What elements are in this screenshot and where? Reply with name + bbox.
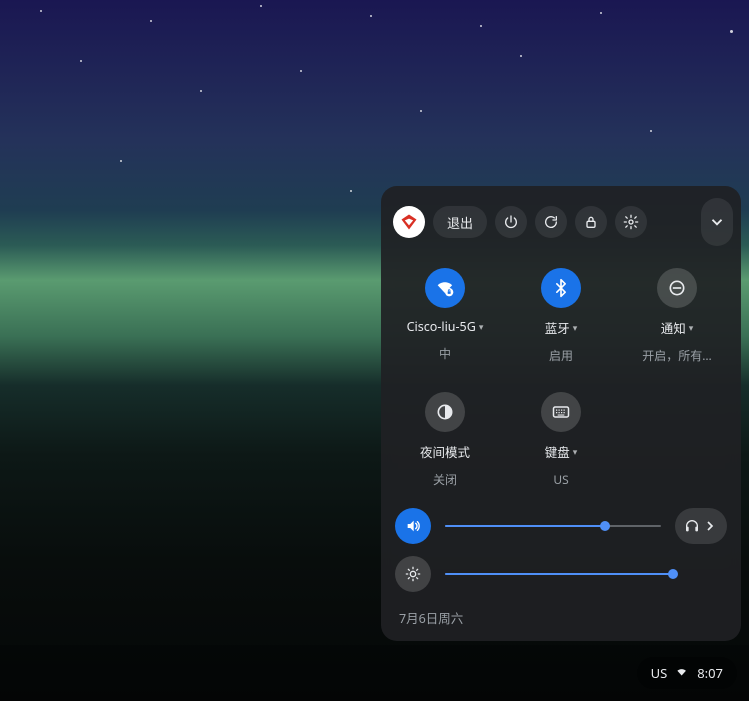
wifi-status-icon (675, 666, 689, 680)
wifi-tile[interactable]: Cisco-liu-5G ▾ 中 (387, 268, 503, 364)
status-time: 8:07 (697, 664, 723, 682)
chevron-right-icon (702, 518, 718, 534)
restart-button[interactable] (535, 206, 567, 238)
sign-out-label: 退出 (447, 213, 473, 232)
status-area[interactable]: US 8:07 (637, 657, 737, 689)
shelf: US 8:07 (0, 645, 749, 701)
brightness-icon (405, 566, 421, 582)
gear-icon (623, 214, 639, 230)
notifications-tile-title[interactable]: 通知 ▾ (661, 318, 694, 337)
restart-icon (543, 214, 559, 230)
settings-button[interactable] (615, 206, 647, 238)
nightlight-tile-toggle[interactable] (425, 392, 465, 432)
power-button[interactable] (495, 206, 527, 238)
notifications-tile[interactable]: 通知 ▾ 开启，所有… (619, 268, 735, 364)
volume-mute-button[interactable] (395, 508, 431, 544)
brightness-row (381, 550, 741, 598)
avatar[interactable] (393, 206, 425, 238)
caret-down-icon: ▾ (689, 321, 694, 334)
notifications-tile-toggle[interactable] (657, 268, 697, 308)
status-ime: US (651, 664, 668, 682)
volume-slider[interactable] (445, 525, 661, 527)
wifi-tile-toggle[interactable] (425, 268, 465, 308)
bluetooth-tile-sub: 启用 (549, 347, 573, 364)
panel-header: 退出 (381, 186, 741, 258)
collapse-button[interactable] (701, 198, 733, 246)
nightlight-tile[interactable]: 夜间模式 关闭 (387, 392, 503, 488)
audio-output-button[interactable] (675, 508, 727, 544)
wifi-icon (435, 278, 455, 298)
keyboard-tile-title[interactable]: 键盘 ▾ (545, 442, 578, 461)
bluetooth-tile-toggle[interactable] (541, 268, 581, 308)
keyboard-tile[interactable]: 键盘 ▾ US (503, 392, 619, 488)
system-tray-panel: 退出 Cisc (381, 186, 741, 641)
caret-down-icon: ▾ (479, 320, 484, 333)
caret-down-icon: ▾ (573, 445, 578, 458)
lock-icon (583, 214, 599, 230)
nightlight-tile-title: 夜间模式 (420, 442, 470, 461)
keyboard-tile-sub: US (553, 471, 568, 488)
keyboard-icon (551, 402, 571, 422)
avatar-logo-icon (399, 212, 419, 232)
do-not-disturb-icon (667, 278, 687, 298)
bluetooth-tile[interactable]: 蓝牙 ▾ 启用 (503, 268, 619, 364)
footer-date: 7月6日周六 (381, 598, 741, 627)
chevron-down-icon (708, 213, 726, 231)
keyboard-tile-toggle[interactable] (541, 392, 581, 432)
quick-settings-tiles: Cisco-liu-5G ▾ 中 蓝牙 ▾ 启用 通知 ▾ 开启，所有… (381, 258, 741, 502)
caret-down-icon: ▾ (573, 321, 578, 334)
brightness-slider[interactable] (445, 573, 675, 575)
notifications-tile-sub: 开启，所有… (642, 347, 712, 364)
sign-out-button[interactable]: 退出 (433, 206, 487, 238)
headphones-icon (684, 518, 700, 534)
bluetooth-icon (551, 278, 571, 298)
nightlight-icon (435, 402, 455, 422)
brightness-button[interactable] (395, 556, 431, 592)
lock-button[interactable] (575, 206, 607, 238)
bluetooth-tile-title[interactable]: 蓝牙 ▾ (545, 318, 578, 337)
power-icon (503, 214, 519, 230)
nightlight-tile-sub: 关闭 (433, 471, 457, 488)
wifi-tile-title[interactable]: Cisco-liu-5G ▾ (407, 318, 484, 335)
volume-icon (405, 518, 421, 534)
wifi-tile-sub: 中 (439, 345, 451, 362)
volume-row (381, 502, 741, 550)
